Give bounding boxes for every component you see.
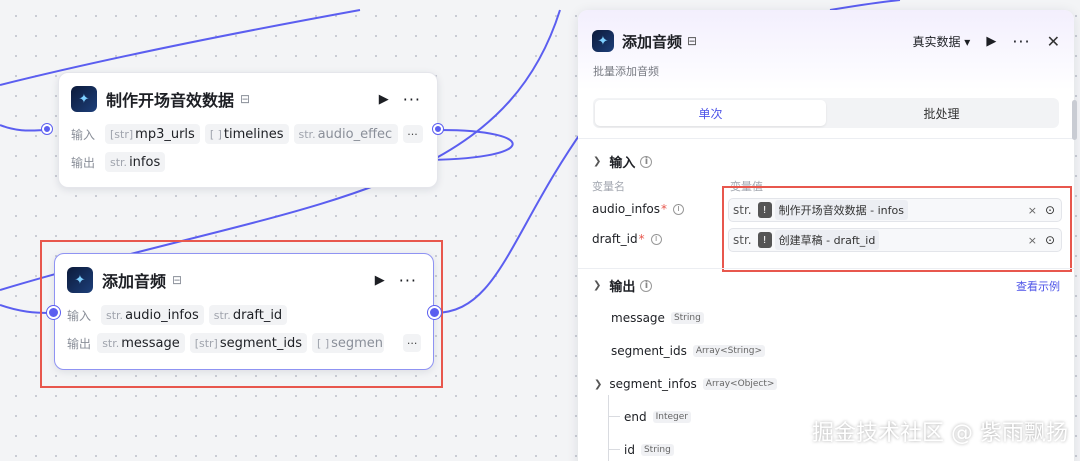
input-section-title[interactable]: ❯ 输入 i	[593, 152, 653, 171]
wire-out-add-audio	[433, 119, 591, 314]
node-input-row: 输入 str. audio_infos str. draft_id	[67, 304, 421, 326]
watermark: 掘金技术社区 @ 紫雨飘扬	[812, 421, 1068, 446]
expand-inputs-button[interactable]: ···	[402, 125, 423, 143]
data-mode-select[interactable]: 真实数据 ▾	[912, 33, 970, 50]
input-var-audio-infos: audio_infos * i	[592, 202, 685, 216]
chevron-down-icon: ▾	[964, 35, 971, 49]
output-field-segment-infos[interactable]: ❯ segment_infos Array<Object>	[594, 377, 778, 391]
column-header-name: 变量名	[592, 180, 625, 193]
node-detail-panel: ✦ 添加音频 ⊟ 批量添加音频 真实数据 ▾ ▶ ··· ✕ 单次 批处理 ❯ …	[578, 10, 1074, 461]
info-icon: i	[640, 279, 653, 292]
more-icon[interactable]: ···	[1012, 32, 1030, 51]
output-label: 输出	[67, 336, 92, 351]
divider	[578, 138, 1074, 139]
chevron-down-icon: ❯	[593, 280, 602, 291]
play-icon[interactable]: ▶	[375, 273, 385, 288]
node-link-icon[interactable]: ⊟	[172, 273, 182, 287]
input-chip-audio-infos: str. audio_infos	[101, 305, 204, 325]
input-label: 输入	[67, 308, 92, 323]
node-add-audio[interactable]: ✦ 添加音频 ⊟ ▶ ··· 输入 str. audio_infos str. dr…	[54, 253, 434, 370]
output-chip-segment-ids: [str] segment_ids	[189, 333, 308, 353]
run-icon[interactable]: ▶	[986, 34, 996, 49]
output-field-message: message String	[611, 311, 704, 325]
info-icon: i	[673, 203, 685, 215]
output-port[interactable]	[433, 124, 443, 134]
node-output-row: 输出 str. message [str] segment_ids [ ] segme…	[67, 332, 421, 354]
output-chip-message: str. message	[97, 333, 185, 353]
expand-outputs-button[interactable]: ···	[403, 334, 421, 352]
plugin-logo-icon: ✦	[592, 30, 614, 52]
play-icon[interactable]: ▶	[379, 92, 389, 107]
output-field-segment-ids: segment_ids Array<String>	[611, 344, 766, 358]
more-icon[interactable]: ···	[399, 271, 417, 290]
wire-into-audio-data	[0, 124, 49, 132]
tree-line	[608, 395, 609, 461]
panel-title: 添加音频	[622, 32, 683, 51]
chevron-down-icon: ❯	[594, 378, 603, 390]
chevron-down-icon: ❯	[593, 156, 602, 167]
panel-link-icon[interactable]: ⊟	[687, 34, 697, 48]
scrollbar[interactable]	[1072, 100, 1077, 140]
input-chip-draft-id: str. draft_id	[208, 305, 288, 325]
node-title: 制作开场音效数据	[106, 91, 235, 110]
view-example-link[interactable]: 查看示例	[1016, 278, 1060, 294]
node-link-icon[interactable]: ⊟	[240, 92, 250, 106]
info-icon: i	[650, 233, 662, 245]
node-input-row: 输入 [str] mp3_urls [ ] timelines str. audio_…	[71, 123, 425, 145]
node-output-row: 输出 str. infos	[71, 151, 425, 173]
tab-single[interactable]: 单次	[595, 100, 826, 126]
tree-line	[608, 416, 620, 417]
input-highlight-box	[722, 186, 1072, 272]
output-section-title[interactable]: ❯ 输出 i	[593, 276, 653, 295]
node-header: ✦ 添加音频 ⊟ ▶ ···	[67, 266, 421, 294]
more-icon[interactable]: ···	[403, 90, 421, 109]
run-mode-tabs: 单次 批处理	[593, 98, 1059, 128]
node-header: ✦ 制作开场音效数据 ⊟ ▶ ···	[71, 85, 425, 113]
output-chip-segment-infos: [ ] segmen	[312, 333, 385, 353]
panel-description: 批量添加音频	[593, 65, 659, 78]
input-port[interactable]	[42, 124, 52, 134]
output-field-id: id String	[624, 443, 674, 457]
input-label: 输入	[71, 127, 96, 142]
input-port[interactable]	[47, 306, 60, 319]
output-chip-infos: str. infos	[105, 152, 166, 172]
plugin-logo-icon: ✦	[71, 86, 97, 112]
node-audio-effect-data[interactable]: ✦ 制作开场音效数据 ⊟ ▶ ··· 输入 [str] mp3_urls [ ] t…	[58, 72, 438, 188]
input-chip-timelines: [ ] timelines	[204, 124, 289, 144]
input-var-draft-id: draft_id * i	[592, 232, 662, 246]
divider	[578, 268, 1074, 269]
output-port[interactable]	[428, 306, 441, 319]
info-icon: i	[640, 155, 653, 168]
panel-header: ✦ 添加音频 ⊟ 批量添加音频 真实数据 ▾ ▶ ··· ✕	[578, 10, 1074, 90]
tab-batch[interactable]: 批处理	[826, 100, 1057, 126]
wire-top-right	[829, 0, 901, 11]
node-title: 添加音频	[102, 272, 167, 291]
output-label: 输出	[71, 155, 96, 170]
tree-line	[608, 449, 620, 450]
input-chip-mp3-urls: [str] mp3_urls	[105, 124, 200, 144]
output-field-end: end Integer	[624, 410, 691, 424]
plugin-logo-icon: ✦	[67, 267, 93, 293]
close-icon[interactable]: ✕	[1047, 32, 1060, 51]
input-chip-audio-effect: str. audio_effec	[293, 124, 398, 144]
